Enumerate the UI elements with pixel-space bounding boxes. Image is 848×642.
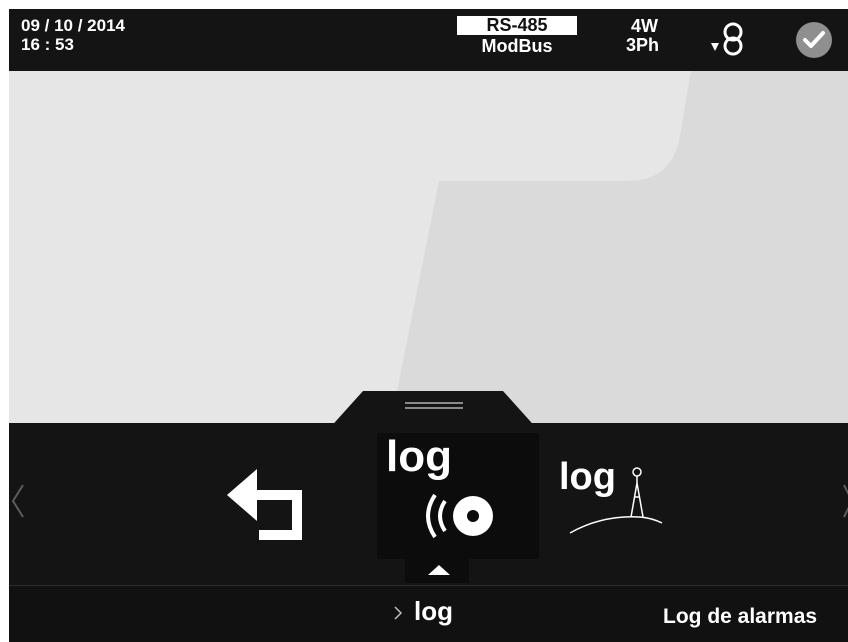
caret-up-icon — [428, 565, 450, 575]
selected-item-title: Log de alarmas — [663, 605, 818, 628]
comm-interface-badge: RS-485 — [457, 16, 577, 35]
wiring-label: 4W — [631, 16, 658, 36]
antenna-icon — [569, 467, 663, 534]
chevron-left-icon[interactable] — [11, 483, 25, 519]
date-display: 09 / 10 / 2014 — [21, 16, 125, 35]
chevron-right-small-icon — [394, 606, 403, 620]
check-circle-icon — [796, 22, 832, 58]
status-bar: 09 / 10 / 2014 16 : 53 RS-485 ModBus 4W … — [9, 9, 848, 71]
phases-label: 3Ph — [626, 35, 660, 55]
back-arrow-icon[interactable] — [219, 451, 315, 547]
chevron-right-icon[interactable] — [842, 483, 848, 519]
device-screen: 09 / 10 / 2014 16 : 53 RS-485 ModBus 4W … — [9, 9, 848, 642]
breadcrumb-label: log — [414, 596, 453, 626]
media-disc-icon — [426, 493, 493, 539]
time-display: 16 : 53 — [21, 35, 74, 54]
menu-item-log-label: log — [386, 432, 452, 481]
comm-protocol-label: ModBus — [481, 36, 553, 56]
current-transformer-icon — [711, 22, 743, 56]
